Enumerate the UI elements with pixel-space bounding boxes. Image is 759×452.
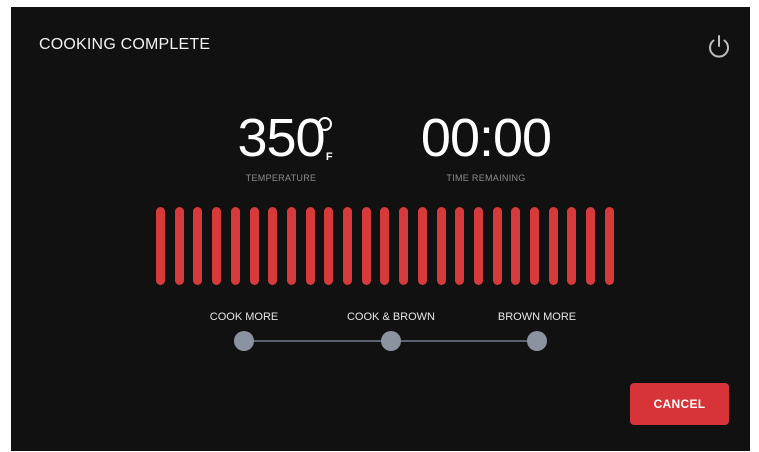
slider-knob-cook-more[interactable] bbox=[234, 331, 254, 351]
heat-bar bbox=[530, 207, 539, 285]
heat-bar bbox=[174, 207, 184, 285]
heat-bar bbox=[399, 207, 409, 285]
status-title: COOKING COMPLETE bbox=[39, 36, 211, 53]
time-remaining-value: 00:00 bbox=[420, 108, 552, 168]
heat-bar bbox=[473, 207, 483, 285]
cancel-button[interactable]: CANCEL bbox=[630, 383, 729, 425]
temperature-value: 350 bbox=[237, 108, 325, 168]
power-icon bbox=[709, 35, 729, 58]
heat-bar bbox=[586, 207, 596, 285]
option-cook-and-brown[interactable]: COOK & BROWN bbox=[347, 311, 435, 323]
heat-bar bbox=[286, 207, 296, 285]
heat-bar bbox=[511, 207, 521, 285]
heat-bar bbox=[156, 207, 165, 285]
temperature-unit: F bbox=[325, 151, 333, 163]
heat-bar bbox=[548, 207, 558, 285]
time-readout: 00:00 TIME REMAINING bbox=[396, 111, 576, 183]
power-button[interactable] bbox=[704, 32, 734, 62]
heat-bar bbox=[567, 207, 577, 285]
option-cook-more[interactable]: COOK MORE bbox=[210, 311, 278, 323]
heat-bar bbox=[212, 207, 222, 285]
temperature-caption: TEMPERATURE bbox=[245, 173, 317, 183]
slider-knob-cook-and-brown[interactable] bbox=[381, 331, 401, 351]
oven-screen: COOKING COMPLETE 350 F TEMPERATURE 00:00… bbox=[11, 7, 750, 451]
heat-bar bbox=[380, 207, 390, 285]
heat-bar bbox=[305, 207, 315, 285]
heat-bar bbox=[492, 207, 502, 285]
heat-bar bbox=[455, 207, 465, 285]
heat-bar bbox=[193, 207, 203, 285]
heat-bar bbox=[361, 207, 371, 285]
heat-bar bbox=[436, 207, 446, 285]
degree-symbol bbox=[317, 117, 332, 131]
temperature-readout: 350 F TEMPERATURE bbox=[201, 111, 361, 183]
heat-bar bbox=[268, 207, 278, 285]
option-brown-more[interactable]: BROWN MORE bbox=[498, 311, 576, 323]
heat-bar bbox=[604, 207, 614, 285]
heat-bar bbox=[417, 207, 427, 285]
heat-level-bars bbox=[156, 207, 616, 287]
heat-bar bbox=[324, 207, 334, 285]
heat-bar bbox=[249, 207, 259, 285]
heat-bar bbox=[343, 207, 352, 285]
time-remaining-caption: TIME REMAINING bbox=[446, 173, 526, 183]
heat-bar bbox=[230, 207, 240, 285]
slider-knob-brown-more[interactable] bbox=[527, 331, 547, 351]
